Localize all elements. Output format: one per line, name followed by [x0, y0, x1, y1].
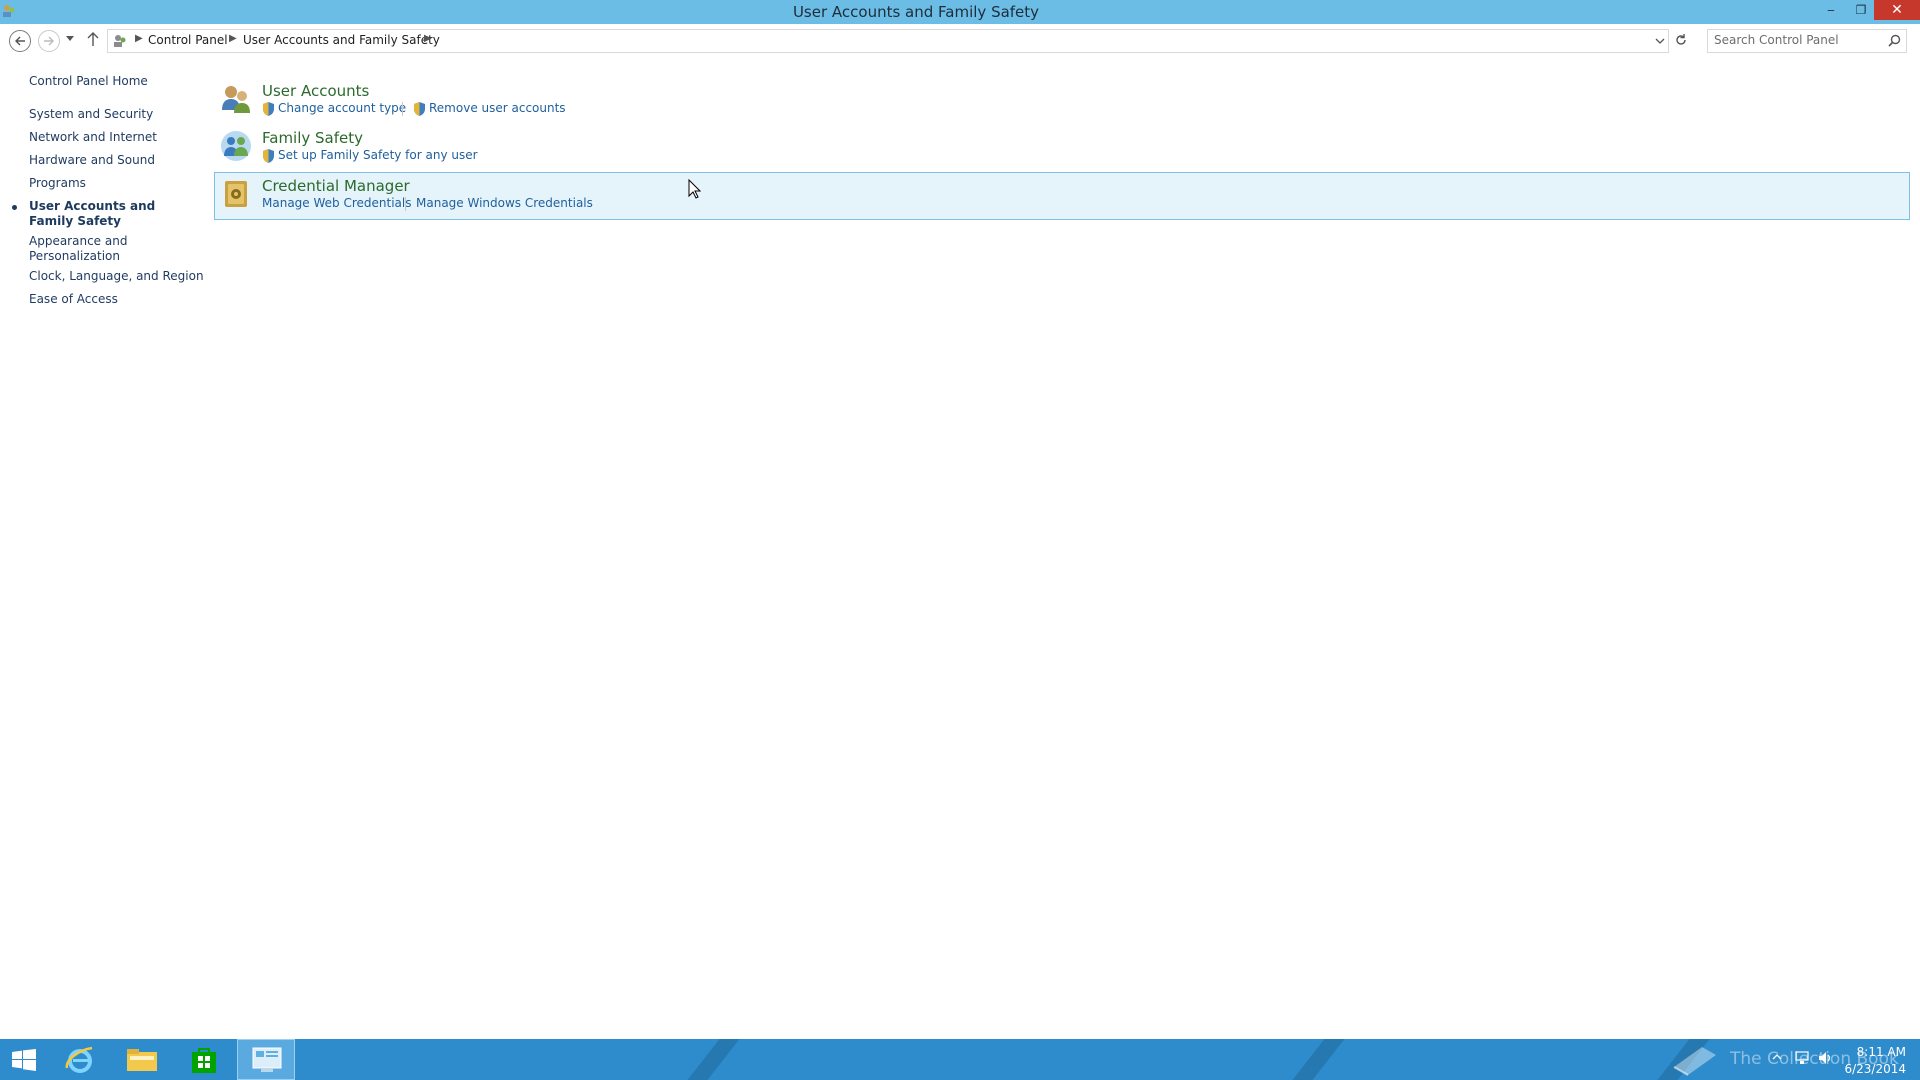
address-dropdown-chevron-icon[interactable]: [1655, 38, 1665, 44]
search-input[interactable]: [1714, 32, 1878, 48]
sidebar-item-user-accounts-current: User Accounts and Family Safety: [29, 199, 156, 228]
search-icon[interactable]: [1888, 34, 1901, 47]
taskbar-decoration: [1277, 1039, 1353, 1080]
mouse-pointer-icon: [688, 179, 701, 199]
arrow-right-icon: [44, 36, 54, 46]
network-icon[interactable]: [1794, 1051, 1810, 1065]
volume-icon[interactable]: [1818, 1051, 1834, 1065]
breadcrumb-separator-icon[interactable]: ▶: [135, 33, 143, 44]
clock-time[interactable]: 8:11 AM: [1846, 1045, 1906, 1059]
category-title-credential-manager[interactable]: Credential Manager: [262, 177, 410, 195]
store-icon: [192, 1048, 216, 1073]
taskbar-internet-explorer[interactable]: [52, 1039, 110, 1080]
breadcrumb-control-panel[interactable]: Control Panel: [148, 33, 228, 47]
breadcrumb-separator-icon[interactable]: ▶: [229, 33, 237, 44]
start-button[interactable]: [0, 1039, 58, 1080]
category-user-accounts: User Accounts Change account type Remove…: [215, 78, 1909, 124]
restore-button[interactable]: ❐: [1846, 0, 1876, 20]
navigation-bar: ▶ Control Panel ▶ User Accounts and Fami…: [0, 24, 1920, 56]
sidebar-item-appearance-and-personalization[interactable]: Appearance and Personalization: [29, 234, 134, 264]
address-box[interactable]: ▶ Control Panel ▶ User Accounts and Fami…: [107, 29, 1669, 53]
set-up-family-safety-label: Set up Family Safety for any user: [278, 148, 478, 162]
category-title-family-safety[interactable]: Family Safety: [262, 129, 363, 147]
manage-web-credentials-link[interactable]: Manage Web Credentials: [262, 196, 411, 210]
category-family-safety: Family Safety Set up Family Safety for a…: [215, 125, 1909, 171]
show-hidden-icons-icon[interactable]: [1772, 1053, 1782, 1061]
control-panel-icon: [252, 1047, 282, 1072]
users-icon[interactable]: [219, 82, 253, 116]
clock-date[interactable]: 6/23/2014: [1836, 1062, 1906, 1076]
breadcrumb-user-accounts[interactable]: User Accounts and Family Safety: [243, 33, 440, 47]
control-panel-home-link[interactable]: Control Panel Home: [29, 74, 189, 89]
set-up-family-safety-link[interactable]: Set up Family Safety for any user: [262, 148, 478, 163]
recent-locations-chevron-icon[interactable]: [66, 36, 74, 42]
breadcrumb-separator-icon[interactable]: ▶: [424, 33, 432, 44]
refresh-icon[interactable]: [1674, 33, 1688, 47]
taskbar: The Collection Book 8:11 AM 6/23/2014: [0, 1039, 1920, 1080]
admin-shield-icon: [263, 149, 274, 163]
arrow-left-icon: [15, 36, 25, 46]
sidebar-item-hardware-and-sound[interactable]: Hardware and Sound: [29, 153, 189, 168]
manage-windows-credentials-link[interactable]: Manage Windows Credentials: [416, 196, 593, 210]
remove-user-accounts-label: Remove user accounts: [429, 101, 566, 115]
task-separator: [402, 102, 403, 116]
users-location-icon: [114, 35, 126, 47]
family-safety-icon[interactable]: [219, 129, 253, 163]
sidebar-item-system-and-security[interactable]: System and Security: [29, 107, 189, 122]
window-title: User Accounts and Family Safety: [792, 3, 1040, 21]
sidebar-item-network-and-internet[interactable]: Network and Internet: [29, 130, 189, 145]
sidebar-item-clock-language-region[interactable]: Clock, Language, and Region: [29, 269, 204, 284]
taskbar-control-panel-active[interactable]: [237, 1039, 295, 1080]
current-page-bullet: [12, 205, 17, 210]
sidebar-item-ease-of-access[interactable]: Ease of Access: [29, 292, 189, 307]
book-watermark-icon: [1673, 1047, 1716, 1076]
taskbar-decoration: [672, 1039, 748, 1080]
back-button[interactable]: [9, 30, 31, 52]
change-account-type-label: Change account type: [278, 101, 407, 115]
up-arrow-icon[interactable]: [87, 31, 99, 47]
forward-button[interactable]: [38, 30, 60, 52]
taskbar-file-explorer[interactable]: [114, 1039, 172, 1080]
remove-user-accounts-link[interactable]: Remove user accounts: [413, 101, 566, 116]
file-explorer-icon: [127, 1049, 157, 1071]
task-separator: [405, 197, 406, 211]
title-bar: User Accounts and Family Safety ‒ ❐ ✕: [0, 0, 1920, 24]
admin-shield-icon: [414, 102, 425, 116]
internet-explorer-icon: [65, 1046, 93, 1073]
start-icon: [12, 1049, 36, 1071]
close-button[interactable]: ✕: [1874, 0, 1920, 20]
category-credential-manager: Credential Manager Manage Web Credential…: [214, 172, 1910, 220]
minimize-button[interactable]: ‒: [1816, 0, 1846, 20]
admin-shield-icon: [263, 102, 274, 116]
sidebar-item-programs[interactable]: Programs: [29, 176, 189, 191]
credential-vault-icon[interactable]: [219, 177, 253, 211]
taskbar-store[interactable]: [176, 1039, 234, 1080]
category-title-user-accounts[interactable]: User Accounts: [262, 82, 369, 100]
change-account-type-link[interactable]: Change account type: [262, 101, 407, 116]
search-box[interactable]: [1707, 29, 1907, 53]
